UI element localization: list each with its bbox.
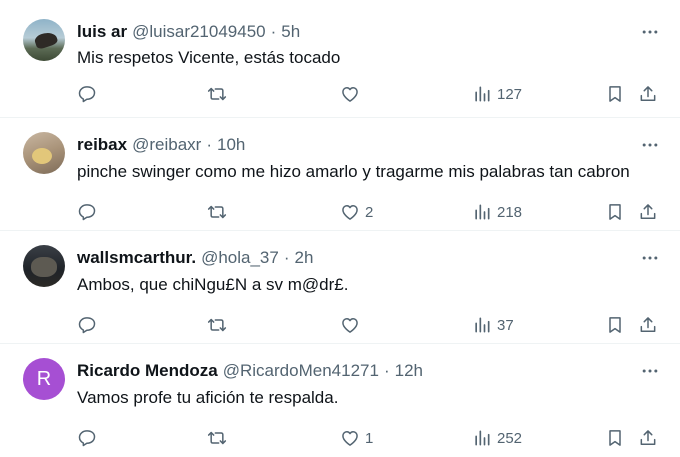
- display-name[interactable]: reibax: [77, 135, 127, 155]
- more-icon[interactable]: [640, 361, 660, 381]
- reply-button[interactable]: [77, 200, 102, 224]
- retweet-icon: [207, 428, 227, 448]
- action-bar: 127: [0, 82, 680, 106]
- separator-dot: ·: [206, 135, 212, 154]
- more-icon[interactable]: [640, 135, 660, 155]
- share-icon: [638, 428, 658, 448]
- avatar-photo: [31, 257, 57, 277]
- reply-button[interactable]: [77, 82, 102, 106]
- tweet[interactable]: R Ricardo Mendoza @RicardoMen41271 · 12h…: [0, 344, 680, 457]
- share-icon: [638, 315, 658, 335]
- tweet-text: Ambos, que chiNgu£N a sv m@dr£.: [77, 275, 349, 294]
- bookmark-button[interactable]: [605, 200, 625, 224]
- avatar-photo: [32, 148, 52, 164]
- share-button[interactable]: [638, 82, 658, 106]
- separator-dot: ·: [283, 248, 290, 267]
- separator-dot: ·: [270, 22, 277, 41]
- views-button[interactable]: 127: [472, 82, 522, 106]
- like-count: 1: [365, 429, 374, 447]
- display-name[interactable]: luis ar: [77, 22, 127, 42]
- tweet[interactable]: wallsmcarthur. @hola_37 · 2h Ambos, que …: [0, 231, 680, 344]
- avatar-photo: [33, 29, 59, 51]
- action-bar: 37: [0, 313, 680, 337]
- more-icon[interactable]: [640, 22, 660, 42]
- tweet-header: luis ar @luisar21049450 · 5h: [77, 21, 300, 43]
- timestamp[interactable]: 5h: [281, 22, 300, 42]
- like-icon: [340, 202, 360, 222]
- bookmark-button[interactable]: [605, 313, 625, 337]
- views-button[interactable]: 37: [472, 313, 514, 337]
- views-count: 127: [497, 85, 523, 103]
- like-button[interactable]: 1: [340, 426, 373, 450]
- timestamp[interactable]: 12h: [395, 361, 423, 381]
- retweet-button[interactable]: [207, 200, 232, 224]
- tweet-header: Ricardo Mendoza @RicardoMen41271 · 12h: [77, 360, 423, 382]
- views-icon: [472, 315, 492, 335]
- like-icon: [340, 84, 360, 104]
- reply-feed: luis ar @luisar21049450 · 5h Mis respeto…: [0, 0, 680, 457]
- views-icon: [472, 202, 492, 222]
- retweet-button[interactable]: [207, 426, 232, 450]
- action-bar: 2 218: [0, 200, 680, 224]
- views-icon: [472, 428, 492, 448]
- views-count: 37: [497, 316, 514, 334]
- like-icon: [340, 428, 360, 448]
- reply-icon: [77, 84, 97, 104]
- avatar[interactable]: [23, 245, 65, 287]
- reply-button[interactable]: [77, 313, 102, 337]
- like-icon: [340, 315, 360, 335]
- reply-icon: [77, 428, 97, 448]
- display-name[interactable]: wallsmcarthur.: [77, 248, 196, 268]
- tweet-header: reibax @reibaxr · 10h: [77, 134, 245, 156]
- views-button[interactable]: 218: [472, 200, 522, 224]
- user-handle[interactable]: @reibaxr: [132, 135, 201, 155]
- views-count: 218: [497, 203, 523, 221]
- like-button[interactable]: [340, 313, 365, 337]
- retweet-button[interactable]: [207, 82, 232, 106]
- retweet-icon: [207, 202, 227, 222]
- retweet-icon: [207, 315, 227, 335]
- bookmark-icon: [605, 84, 625, 104]
- share-button[interactable]: [638, 426, 658, 450]
- user-handle[interactable]: @RicardoMen41271: [223, 361, 379, 381]
- tweet-text: Vamos profe tu afición te respalda.: [77, 388, 339, 407]
- display-name[interactable]: Ricardo Mendoza: [77, 361, 218, 381]
- share-icon: [638, 84, 658, 104]
- reply-button[interactable]: [77, 426, 102, 450]
- tweet-text: Mis respetos Vicente, estás tocado: [77, 48, 341, 67]
- reply-icon: [77, 315, 97, 335]
- tweet[interactable]: luis ar @luisar21049450 · 5h Mis respeto…: [0, 0, 680, 118]
- retweet-button[interactable]: [207, 313, 232, 337]
- tweet-text: pinche swinger como me hizo amarlo y tra…: [77, 162, 630, 181]
- separator-dot: ·: [383, 361, 390, 380]
- tweet[interactable]: reibax @reibaxr · 10h pinche swinger com…: [0, 118, 680, 231]
- views-button[interactable]: 252: [472, 426, 522, 450]
- timestamp[interactable]: 2h: [295, 248, 314, 268]
- avatar[interactable]: [23, 132, 65, 174]
- bookmark-button[interactable]: [605, 82, 625, 106]
- tweet-header: wallsmcarthur. @hola_37 · 2h: [77, 247, 313, 269]
- share-button[interactable]: [638, 200, 658, 224]
- reply-icon: [77, 202, 97, 222]
- retweet-icon: [207, 84, 227, 104]
- like-button[interactable]: [340, 82, 365, 106]
- user-handle[interactable]: @hola_37: [201, 248, 279, 268]
- avatar[interactable]: R: [23, 358, 65, 400]
- bookmark-button[interactable]: [605, 426, 625, 450]
- more-icon[interactable]: [640, 248, 660, 268]
- avatar[interactable]: [23, 19, 65, 61]
- share-button[interactable]: [638, 313, 658, 337]
- like-count: 2: [365, 203, 374, 221]
- timestamp[interactable]: 10h: [217, 135, 245, 155]
- user-handle[interactable]: @luisar21049450: [132, 22, 266, 42]
- bookmark-icon: [605, 315, 625, 335]
- views-icon: [472, 84, 492, 104]
- share-icon: [638, 202, 658, 222]
- bookmark-icon: [605, 202, 625, 222]
- bookmark-icon: [605, 428, 625, 448]
- like-button[interactable]: 2: [340, 200, 373, 224]
- views-count: 252: [497, 429, 523, 447]
- action-bar: 1 252: [0, 426, 680, 450]
